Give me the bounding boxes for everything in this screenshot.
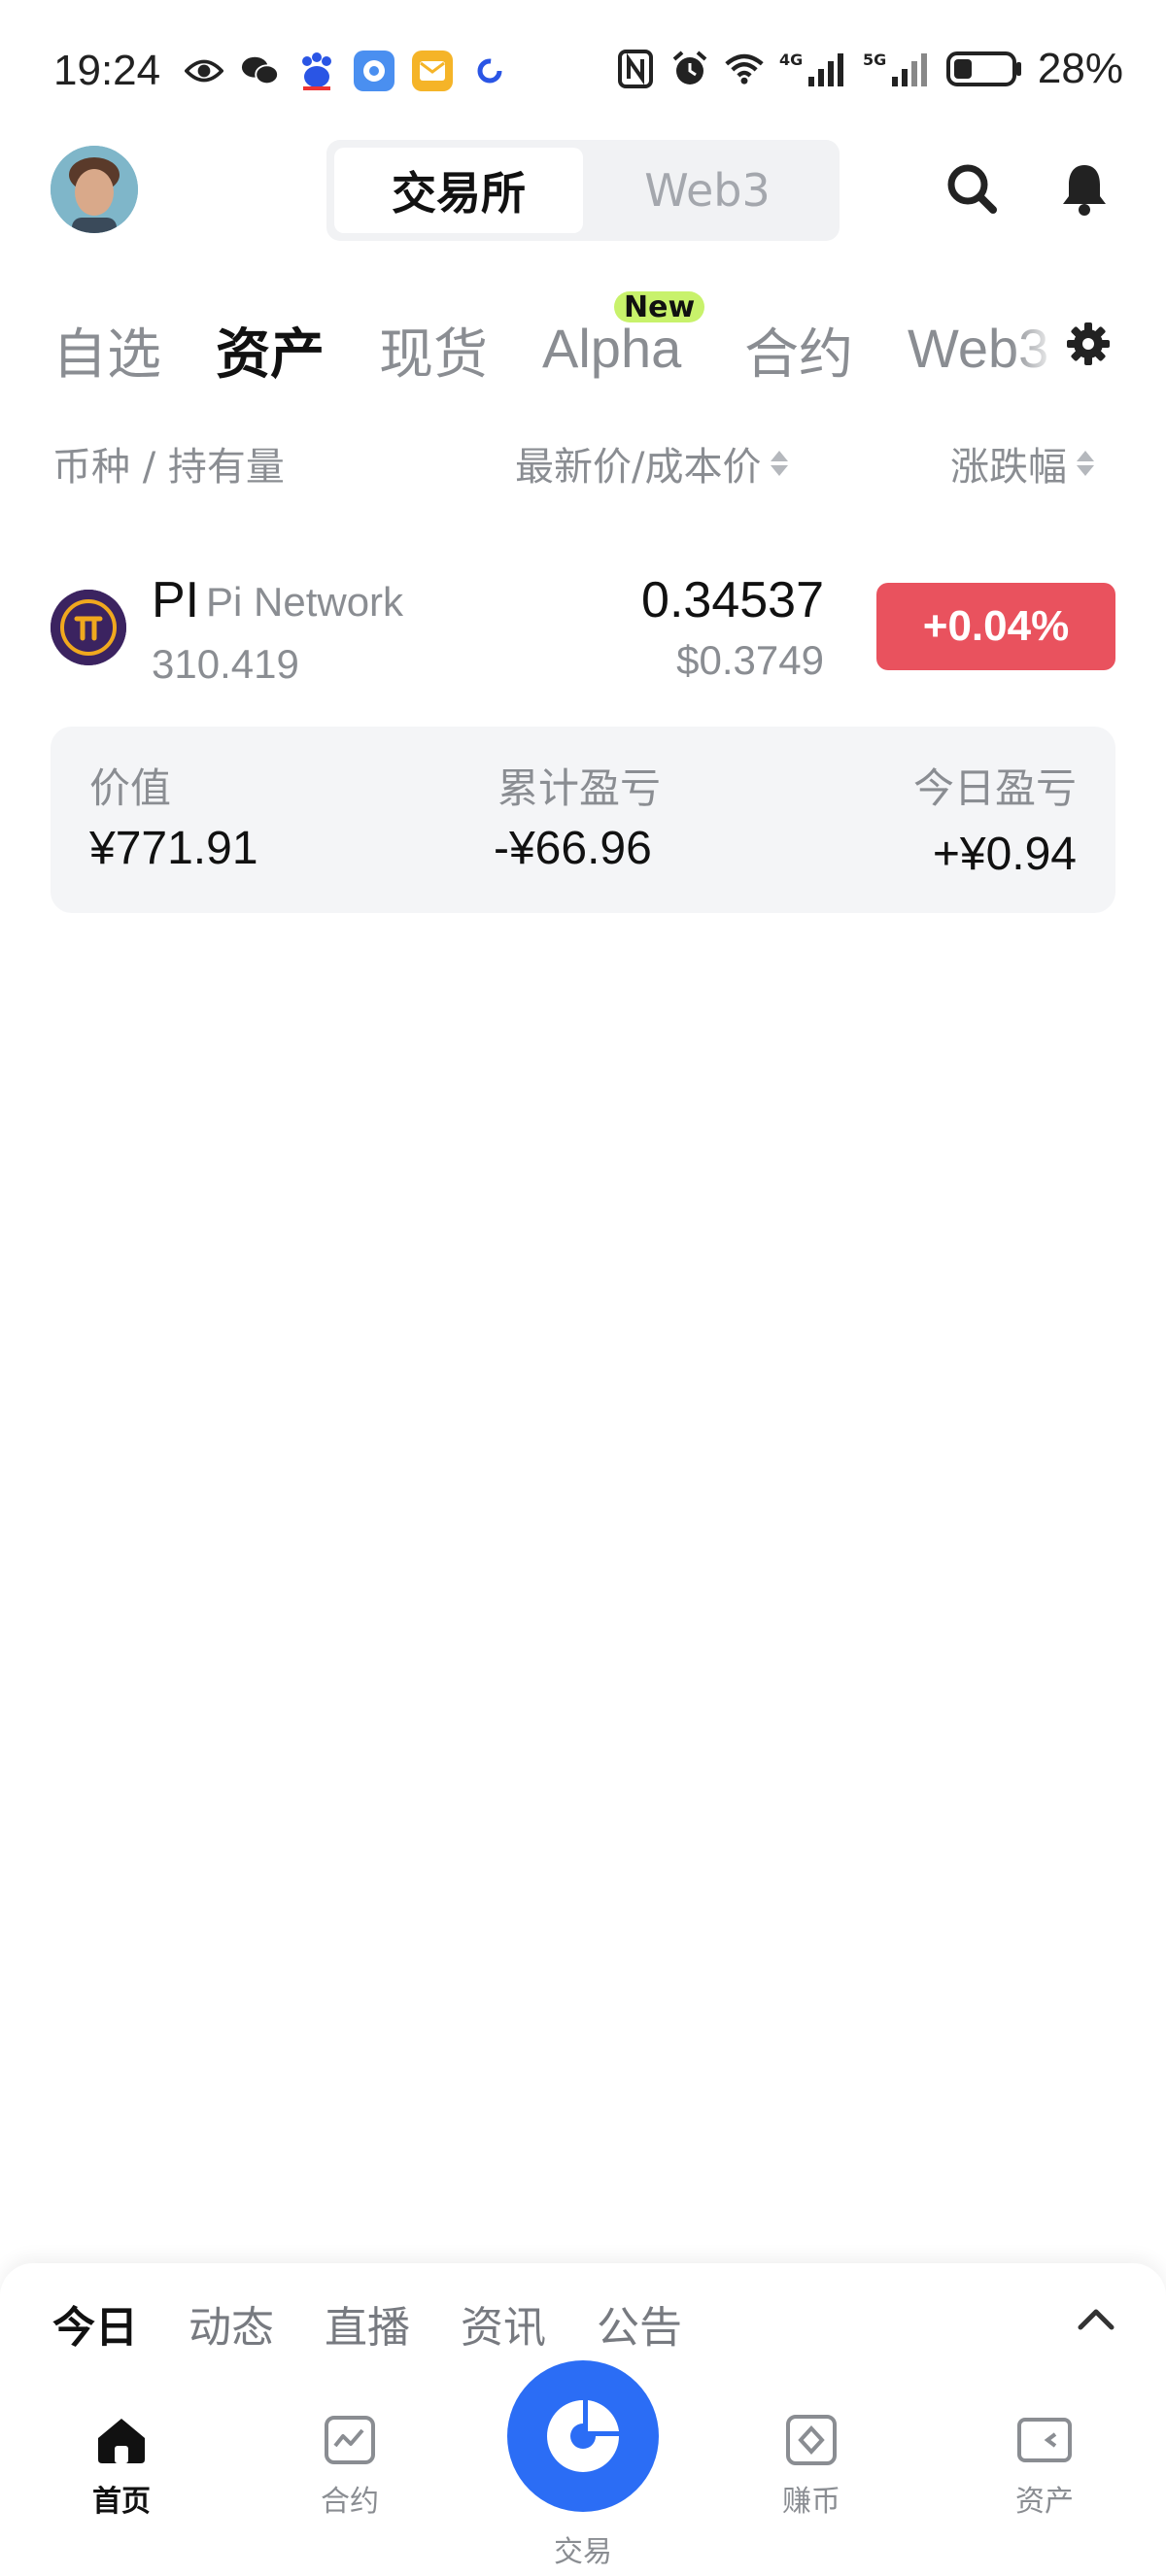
battery-icon xyxy=(945,50,1022,88)
bell-icon[interactable] xyxy=(1055,159,1114,218)
system-status: 4G 5G 28% xyxy=(616,45,1123,93)
svg-text:5G: 5G xyxy=(863,51,886,69)
today-pnl-label: 今日盈亏 xyxy=(912,764,1077,812)
nav-futures[interactable]: 合约 xyxy=(277,2411,423,2520)
column-change[interactable]: 涨跌幅 xyxy=(950,435,1094,491)
baidu-icon xyxy=(297,51,336,90)
nav-earn[interactable]: 赚币 xyxy=(738,2411,884,2520)
nav-assets-label: 资产 xyxy=(1015,2485,1074,2519)
avatar[interactable] xyxy=(51,146,138,233)
sync-icon xyxy=(470,51,509,90)
battery-percent: 28% xyxy=(1037,45,1123,92)
wechat-icon xyxy=(241,51,280,90)
coin-name: Pi Network xyxy=(206,579,404,625)
alarm-icon xyxy=(670,50,709,88)
column-change-label: 涨跌幅 xyxy=(950,445,1067,490)
news-tab-announcements[interactable]: 公告 xyxy=(597,2292,682,2355)
nav-earn-label: 赚币 xyxy=(782,2485,840,2519)
pnl-card: 价值 ¥771.91 累计盈亏 -¥66.96 今日盈亏 +¥0.94 xyxy=(51,727,1115,913)
tab-futures[interactable]: 合约 xyxy=(744,311,853,390)
wifi-icon xyxy=(725,50,764,88)
today-pnl-amount: +¥0.94 xyxy=(932,829,1077,880)
latest-price: 0.34537 xyxy=(641,572,824,628)
gear-icon[interactable] xyxy=(1061,317,1115,371)
news-tab-news[interactable]: 资讯 xyxy=(461,2292,546,2355)
value-amount: ¥771.91 xyxy=(89,823,258,874)
notification-icons xyxy=(185,51,509,91)
top-header: 交易所 Web3 xyxy=(0,136,1166,262)
search-icon[interactable] xyxy=(943,159,1001,218)
cumulative-pnl-label: 累计盈亏 xyxy=(497,764,662,812)
tab-assets[interactable]: 资产 xyxy=(216,311,325,390)
news-tab-live[interactable]: 直播 xyxy=(325,2292,410,2355)
asset-row[interactable]: PI Pi Network 310.419 0.34537 $0.3749 +0… xyxy=(0,544,1166,709)
tab-watchlist[interactable]: 自选 xyxy=(52,311,161,390)
sort-icon xyxy=(771,451,789,476)
status-time: 19:24 xyxy=(53,47,161,94)
nav-assets[interactable]: 资产 xyxy=(972,2411,1117,2520)
home-icon xyxy=(92,2411,151,2469)
eye-icon xyxy=(185,51,223,90)
column-price-cost[interactable]: 最新价/成本价 xyxy=(515,435,789,491)
signal-4g-icon: 4G xyxy=(779,50,847,88)
value-label: 价值 xyxy=(89,764,172,812)
mail-icon xyxy=(412,51,453,91)
nav-trade-label[interactable]: 交易 xyxy=(510,2527,656,2570)
column-price-cost-label: 最新价/成本价 xyxy=(515,445,762,490)
category-tabs: 自选 资产 现货 Alpha New 合约 Web3 xyxy=(0,290,1166,398)
news-tab-feed[interactable]: 动态 xyxy=(189,2292,274,2355)
pi-network-logo xyxy=(51,590,126,665)
segment-exchange[interactable]: 交易所 xyxy=(334,148,583,233)
app-blue-icon xyxy=(354,51,394,91)
nav-home[interactable]: 首页 xyxy=(49,2411,194,2520)
column-coin-holdings-label: 币种 / 持有量 xyxy=(52,445,285,490)
nav-futures-label: 合约 xyxy=(321,2485,379,2519)
new-badge: New xyxy=(614,290,705,324)
nav-home-label: 首页 xyxy=(92,2485,151,2519)
status-bar: 19:24 4G 5G 28% xyxy=(0,0,1166,146)
coin-symbol: PI xyxy=(152,572,200,628)
bottom-nav: 首页 合约 交易 赚币 资产 xyxy=(0,2360,1166,2576)
signal-5g-icon: 5G xyxy=(863,50,931,88)
wallet-icon xyxy=(1015,2411,1074,2469)
chart-icon xyxy=(321,2411,379,2469)
cumulative-pnl-amount: -¥66.96 xyxy=(494,823,652,874)
cost-price: $0.3749 xyxy=(676,637,824,683)
trade-button[interactable] xyxy=(507,2360,659,2512)
change-badge[interactable]: +0.04% xyxy=(876,583,1115,670)
tab-spot[interactable]: 现货 xyxy=(379,311,488,390)
column-coin-holdings: 币种 / 持有量 xyxy=(52,435,285,491)
svg-text:4G: 4G xyxy=(779,51,803,69)
sort-icon xyxy=(1077,451,1094,476)
chevron-up-icon[interactable] xyxy=(1073,2296,1119,2343)
segment-web3[interactable]: Web3 xyxy=(583,148,832,233)
news-tab-today[interactable]: 今日 xyxy=(52,2292,138,2355)
coin-holdings: 310.419 xyxy=(152,641,299,687)
nfc-icon xyxy=(616,50,655,88)
exchange-web3-switch: 交易所 Web3 xyxy=(326,140,840,241)
diamond-icon xyxy=(782,2411,840,2469)
tab-alpha[interactable]: Alpha xyxy=(542,317,681,380)
